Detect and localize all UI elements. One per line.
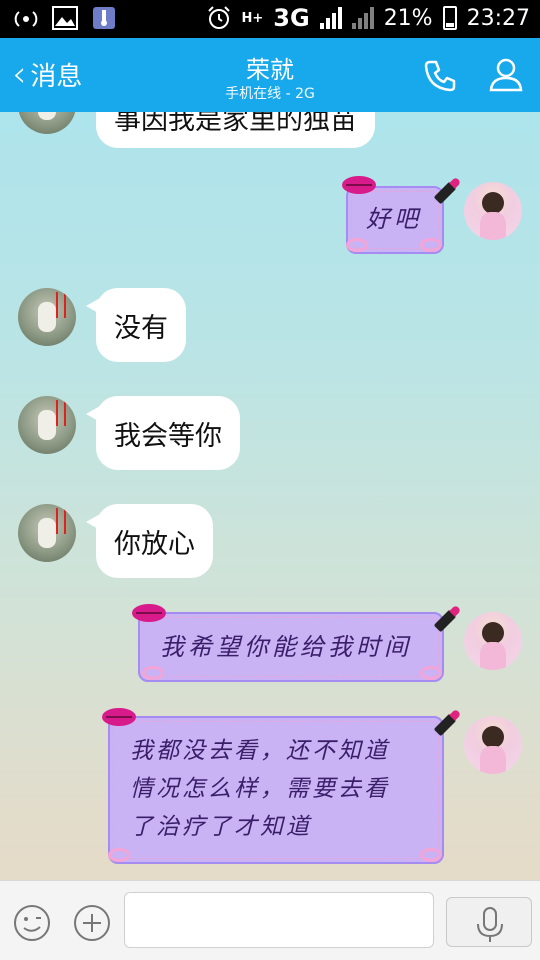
ribbon-decoration-icon [420, 848, 442, 862]
message-text: 我希望你能给我时间 [160, 633, 412, 661]
message-line: 了治疗了才知道 [130, 814, 312, 840]
ribbon-decoration-icon [346, 238, 368, 252]
my-avatar[interactable] [464, 716, 522, 774]
lips-decoration-icon [102, 708, 136, 726]
no-signal-icon [351, 7, 374, 29]
ribbon-decoration-icon [108, 848, 130, 862]
message-line: 情况怎么样，需要去看 [130, 776, 390, 802]
message-text: 你放心 [114, 528, 195, 560]
wifi-hotspot-icon [14, 11, 38, 27]
chat-header-overlay: ‹ 消息 荣就 手机在线 - 2G [0, 38, 540, 112]
ribbon-decoration-icon [420, 666, 442, 680]
lipstick-decoration-icon [433, 181, 457, 205]
ribbon-decoration-icon [142, 666, 164, 680]
data-mode-label: H+ [241, 10, 264, 26]
contact-avatar[interactable] [18, 504, 76, 562]
outgoing-message: 我都没去看，还不知道 情况怎么样，需要去看 了治疗了才知道 [108, 716, 444, 864]
clock: 23:27 [466, 5, 530, 31]
lips-decoration-icon [342, 176, 376, 194]
incoming-message: 你放心 [86, 504, 213, 578]
contact-avatar[interactable] [18, 288, 76, 346]
outgoing-message: 我希望你能给我时间 [138, 612, 444, 682]
emoji-icon[interactable] [12, 903, 52, 943]
my-avatar[interactable] [464, 612, 522, 670]
network-type: 3G [273, 4, 310, 32]
status-bar: H+ 3G 21% 23:27 [0, 0, 540, 38]
message-text: 没有 [114, 312, 168, 344]
signal-icon [319, 7, 342, 29]
thermometer-app-icon [93, 7, 115, 29]
ribbon-decoration-icon [420, 238, 442, 252]
contact-avatar[interactable] [18, 396, 76, 454]
message-text: 我会等你 [114, 420, 222, 452]
battery-percent: 21% [383, 5, 433, 31]
alarm-icon [207, 6, 230, 29]
message-input[interactable] [124, 892, 434, 948]
profile-icon[interactable] [486, 54, 526, 94]
phone-icon[interactable] [420, 56, 460, 96]
battery-icon [442, 6, 457, 30]
incoming-message: 没有 [86, 288, 186, 362]
voice-button[interactable] [446, 897, 532, 947]
my-avatar[interactable] [464, 182, 522, 240]
message-line: 我都没去看，还不知道 [130, 738, 390, 764]
plus-icon[interactable] [72, 903, 112, 943]
message-text: 好吧 [366, 205, 422, 233]
gallery-icon [52, 6, 78, 30]
mic-icon [477, 907, 503, 942]
incoming-message: 我会等你 [86, 396, 240, 470]
lips-decoration-icon [132, 604, 166, 622]
input-bar [0, 880, 540, 960]
